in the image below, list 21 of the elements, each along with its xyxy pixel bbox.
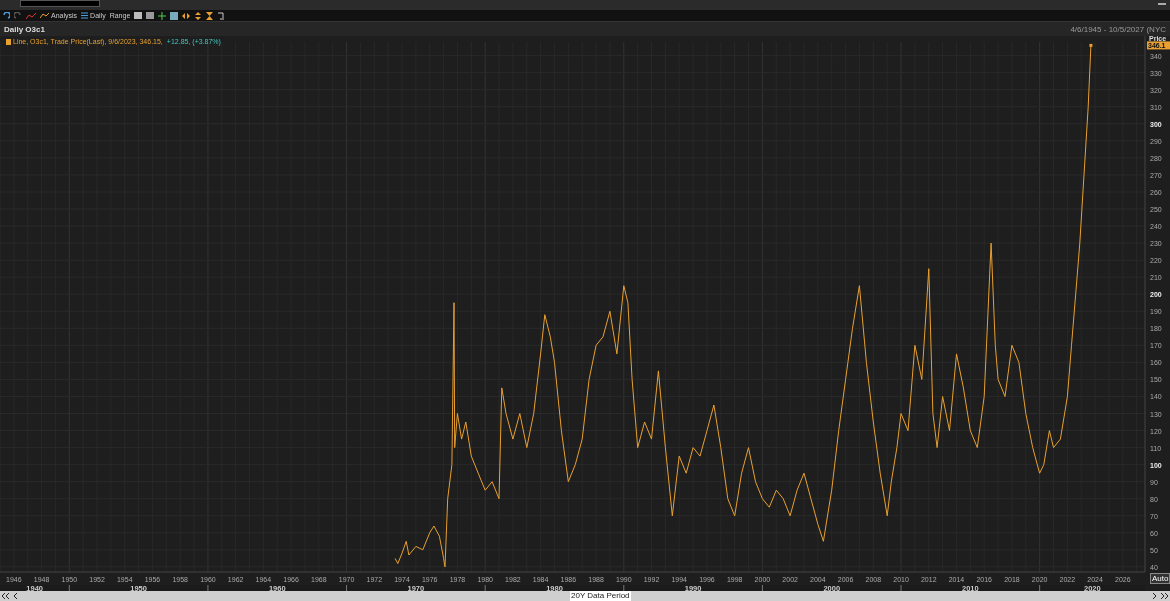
scroll-left-icon[interactable] [13, 593, 17, 599]
line-chart-icon[interactable] [26, 11, 36, 20]
scroll-end-icon[interactable] [1161, 593, 1168, 599]
date-range: 4/6/1945 - 10/5/2027 (NYC [1070, 24, 1166, 36]
auto-button[interactable]: Auto [1150, 573, 1170, 584]
legend-icon[interactable] [6, 38, 11, 45]
minimize-icon[interactable] [1158, 3, 1166, 6]
search-field[interactable] [20, 0, 100, 7]
data-period-label: 20Y Data Period [570, 591, 631, 601]
undo-icon[interactable] [2, 11, 10, 20]
zoom-arrows-icon[interactable] [194, 11, 203, 20]
list-icon [81, 12, 89, 19]
scroll-right-icon[interactable] [1153, 593, 1157, 599]
hourglass-icon[interactable] [206, 11, 214, 20]
analysis-icon [40, 12, 49, 19]
crosshair-icon[interactable] [158, 11, 167, 20]
last-point-marker [1089, 43, 1093, 47]
zoom-arrows-icon[interactable] [182, 11, 191, 20]
scroll-start-icon[interactable] [2, 593, 9, 599]
redo-icon[interactable] [14, 11, 22, 20]
chart-title: Daily O3c1 [4, 24, 45, 36]
